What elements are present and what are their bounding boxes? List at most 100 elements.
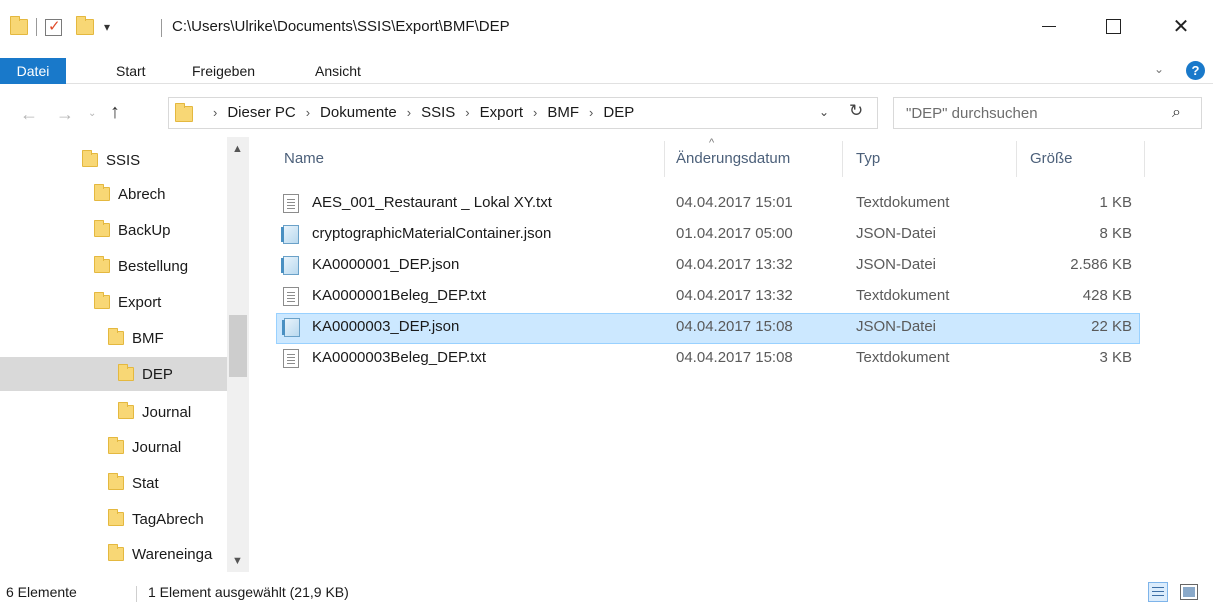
column-header-type[interactable]: Typ — [856, 137, 1016, 181]
address-row: ← → ⌄ ↑ › Dieser PC › Dokumente › SSIS ›… — [0, 92, 1213, 136]
breadcrumb-item[interactable]: BMF — [547, 104, 579, 121]
tree-item-abrech[interactable]: Abrech — [94, 177, 222, 211]
tab-start[interactable]: Start — [116, 58, 146, 84]
file-list: ^ Name Änderungsdatum Typ Größe AES_001_… — [258, 137, 1213, 572]
column-divider[interactable] — [1016, 141, 1017, 177]
properties-icon[interactable] — [45, 17, 62, 36]
tree-item-dep[interactable]: DEP — [0, 357, 227, 391]
file-name: AES_001_Restaurant _ Lokal XY.txt — [312, 194, 552, 211]
table-row[interactable]: KA0000001Beleg_DEP.txt 04.04.2017 13:32 … — [276, 282, 1140, 313]
file-date: 04.04.2017 15:01 — [676, 194, 793, 211]
up-icon[interactable]: ↑ — [110, 101, 120, 124]
chevron-right-icon[interactable]: › — [589, 105, 593, 120]
tree-item-label: Journal — [132, 438, 182, 456]
file-type: Textdokument — [856, 287, 950, 304]
tree-item-label: Export — [118, 293, 162, 311]
refresh-icon[interactable]: ↻ — [849, 101, 863, 121]
file-size: 2.586 KB — [1070, 256, 1132, 273]
ribbon-expand-icon[interactable]: ⌄ — [1154, 62, 1164, 76]
tree-scrollbar[interactable]: ▲ ▼ — [227, 137, 249, 572]
search-input[interactable]: "DEP" durchsuchen ⌕ — [893, 97, 1202, 129]
tree-item-journal-dep[interactable]: Journal — [118, 395, 222, 429]
quick-access-dropdown[interactable]: ▾ — [104, 20, 110, 34]
table-row[interactable]: KA0000003Beleg_DEP.txt 04.04.2017 15:08 … — [276, 344, 1140, 375]
help-icon[interactable]: ? — [1186, 61, 1205, 80]
column-header-size[interactable]: Größe — [1030, 137, 1140, 181]
details-view-icon[interactable] — [1148, 582, 1168, 602]
folder-icon — [108, 437, 124, 454]
table-row[interactable]: cryptographicMaterialContainer.json 01.0… — [276, 220, 1140, 251]
tab-share[interactable]: Freigeben — [192, 58, 255, 84]
tree-item-bmf[interactable]: BMF — [108, 321, 222, 355]
tree-item-stat[interactable]: Stat — [108, 466, 222, 500]
window-title: C:\Users\Ulrike\Documents\SSIS\Export\BM… — [172, 18, 510, 35]
file-date: 04.04.2017 15:08 — [676, 318, 793, 335]
scrollbar-thumb[interactable] — [229, 315, 247, 377]
column-divider[interactable] — [842, 141, 843, 177]
forward-icon[interactable]: → — [56, 104, 74, 125]
breadcrumb-item[interactable]: Dieser PC — [227, 104, 295, 121]
minimize-icon — [1042, 25, 1056, 27]
close-icon: ✕ — [1172, 15, 1190, 38]
tree-item-wareneingang[interactable]: Wareneinga — [108, 537, 227, 571]
search-icon[interactable]: ⌕ — [1172, 104, 1181, 122]
tree-item-bestellung[interactable]: Bestellung — [94, 249, 222, 283]
json-file-icon — [282, 318, 300, 337]
breadcrumb-item[interactable]: DEP — [603, 104, 634, 121]
tree-item-label: Abrech — [118, 185, 166, 203]
file-name: cryptographicMaterialContainer.json — [312, 225, 552, 242]
chevron-right-icon[interactable]: › — [407, 105, 411, 120]
chevron-right-icon[interactable]: › — [213, 105, 217, 120]
breadcrumb-item[interactable]: SSIS — [421, 104, 455, 121]
chevron-right-icon[interactable]: › — [465, 105, 469, 120]
recent-locations-icon[interactable]: ⌄ — [88, 108, 96, 119]
file-name: KA0000003_DEP.json — [312, 318, 460, 335]
file-type: Textdokument — [856, 194, 950, 211]
address-bar[interactable]: › Dieser PC › Dokumente › SSIS › Export … — [168, 97, 878, 129]
table-row[interactable]: KA0000001_DEP.json 04.04.2017 13:32 JSON… — [276, 251, 1140, 282]
chevron-up-icon[interactable]: ▲ — [232, 143, 243, 155]
tab-view[interactable]: Ansicht — [315, 58, 361, 84]
tab-file[interactable]: Datei — [0, 58, 66, 84]
tree-item-label: Journal — [142, 403, 192, 421]
folder-icon — [94, 184, 110, 201]
table-row[interactable]: AES_001_Restaurant _ Lokal XY.txt 04.04.… — [276, 189, 1140, 220]
file-date: 04.04.2017 13:32 — [676, 287, 793, 304]
tree-item-ssis[interactable]: SSIS — [82, 143, 222, 177]
breadcrumb-item[interactable]: Export — [480, 104, 523, 121]
chevron-right-icon[interactable]: › — [306, 105, 310, 120]
item-count: 6 Elemente — [6, 584, 77, 600]
tree-item-tagabrech[interactable]: TagAbrech — [108, 502, 227, 536]
maximize-button[interactable] — [1090, 0, 1136, 52]
breadcrumb-item[interactable]: Dokumente — [320, 104, 397, 121]
chevron-down-icon[interactable]: ▼ — [232, 555, 243, 567]
close-button[interactable]: ✕ — [1158, 0, 1204, 52]
tree-item-label: BackUp — [118, 221, 171, 239]
tree-item-label: Stat — [132, 474, 159, 492]
column-header-date[interactable]: Änderungsdatum — [676, 137, 836, 181]
folder-icon — [108, 509, 124, 526]
breadcrumb: › Dieser PC › Dokumente › SSIS › Export … — [203, 104, 634, 121]
minimize-button[interactable] — [1026, 0, 1072, 52]
column-divider[interactable] — [1144, 141, 1145, 177]
folder-icon — [94, 292, 110, 309]
chevron-down-icon[interactable]: ⌄ — [819, 105, 829, 119]
folder-icon — [118, 364, 134, 381]
column-divider[interactable] — [664, 141, 665, 177]
tree-item-label: DEP — [142, 365, 173, 383]
table-row-selected[interactable]: KA0000003_DEP.json 04.04.2017 15:08 JSON… — [276, 313, 1140, 344]
back-icon[interactable]: ← — [20, 104, 38, 125]
tree-item-journal[interactable]: Journal — [108, 430, 222, 464]
folder-icon[interactable] — [10, 16, 28, 35]
column-header-name[interactable]: Name — [284, 137, 664, 181]
tree-item-backup[interactable]: BackUp — [94, 213, 222, 247]
chevron-right-icon[interactable]: › — [533, 105, 537, 120]
folder-icon — [94, 256, 110, 273]
large-icons-view-icon[interactable] — [1180, 584, 1198, 600]
file-type: JSON-Datei — [856, 318, 937, 335]
new-folder-icon[interactable] — [76, 16, 94, 35]
file-date: 01.04.2017 05:00 — [676, 225, 793, 242]
tree-item-export[interactable]: Export — [94, 285, 222, 319]
quick-access-toolbar: ▾ — [10, 16, 110, 36]
status-separator — [136, 586, 137, 602]
